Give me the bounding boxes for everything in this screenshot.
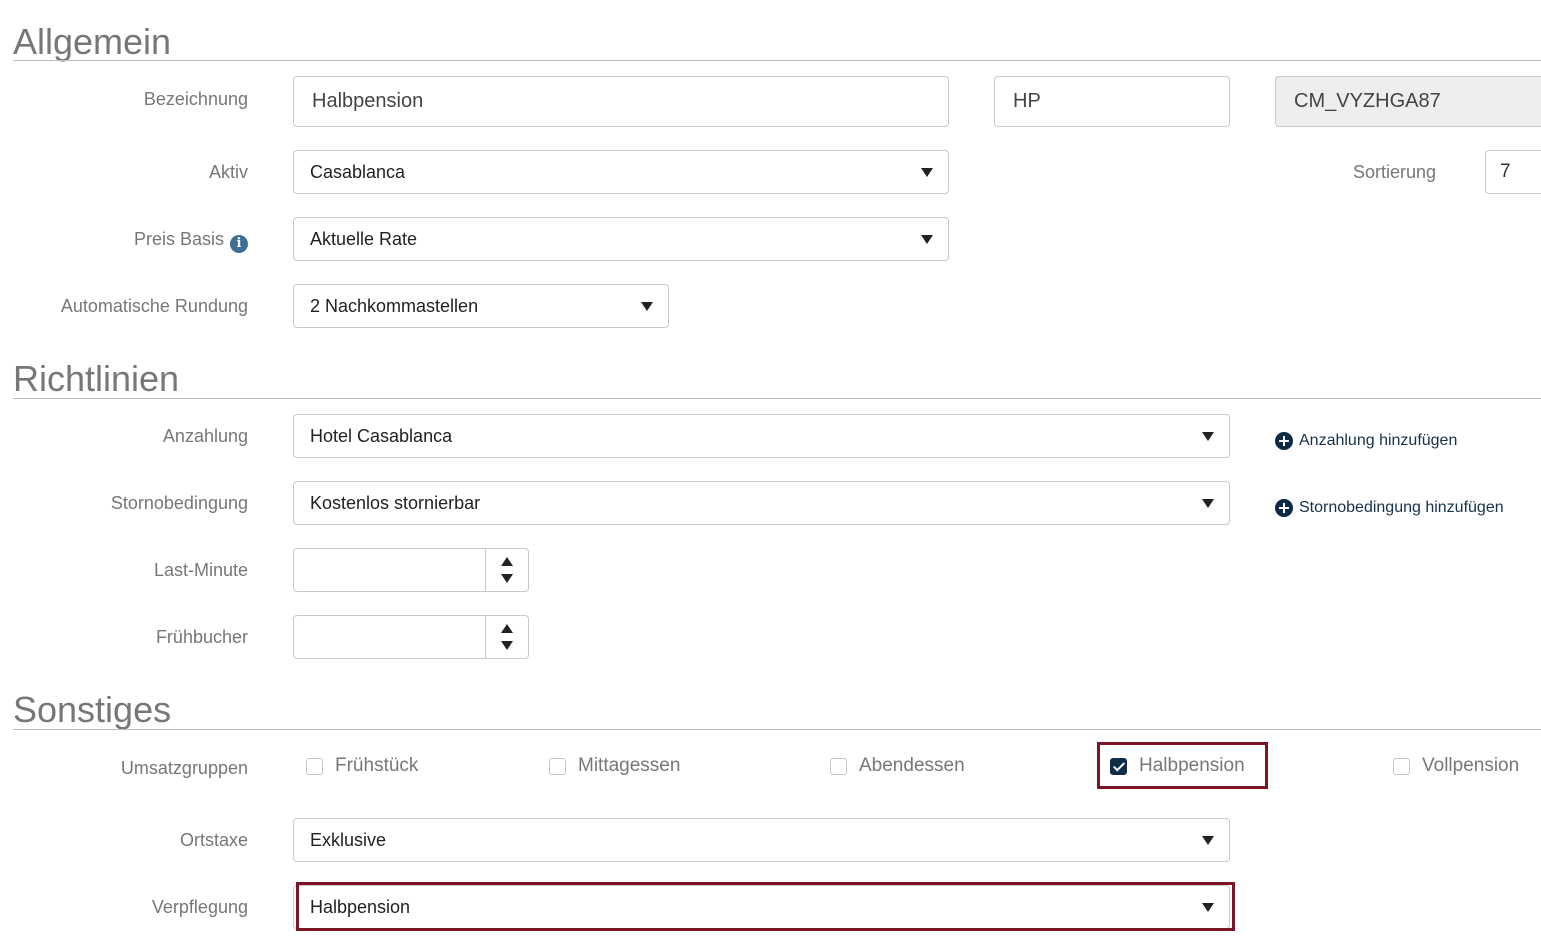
info-icon[interactable]: i bbox=[230, 235, 248, 253]
highlight-box bbox=[296, 882, 1235, 931]
highlight-box bbox=[1097, 742, 1268, 789]
checkbox-fruehstueck[interactable]: Frühstück bbox=[306, 755, 418, 777]
aktiv-label: Aktiv bbox=[208, 162, 248, 182]
checkbox-label: Vollpension bbox=[1422, 755, 1520, 776]
storno-label: Stornobedingung bbox=[110, 493, 248, 513]
rundung-select[interactable]: 2 Nachkommastellen bbox=[293, 284, 669, 328]
checkbox-mittagessen[interactable]: Mittagessen bbox=[549, 755, 680, 777]
anzahlung-select-value: Hotel Casablanca bbox=[310, 426, 453, 446]
aktiv-select-value: Casablanca bbox=[310, 162, 406, 182]
anzahlung-add-link[interactable]: Anzahlung hinzufügen bbox=[1275, 432, 1457, 450]
caret-down-icon bbox=[1202, 432, 1214, 441]
caret-down-icon bbox=[1202, 836, 1214, 845]
stepper-buttons[interactable] bbox=[485, 549, 528, 591]
checkbox-box[interactable] bbox=[549, 757, 566, 775]
rundung-select-value: 2 Nachkommastellen bbox=[310, 296, 479, 316]
section-divider bbox=[13, 60, 1541, 61]
kurzbezeichnung-input[interactable]: HP bbox=[994, 76, 1230, 127]
storno-select-value: Kostenlos stornierbar bbox=[310, 493, 481, 513]
plus-circle-icon bbox=[1275, 432, 1293, 450]
caret-down-icon bbox=[1202, 499, 1214, 508]
arrow-down-icon[interactable] bbox=[501, 641, 513, 650]
fruehbucher-label: Frühbucher bbox=[155, 627, 248, 647]
preis-basis-label: Preis Basis i bbox=[134, 229, 248, 253]
checkbox-label: Mittagessen bbox=[578, 755, 681, 776]
umsatzgruppen-label: Umsatzgruppen bbox=[120, 758, 248, 778]
section-title-richtlinien: Richtlinien bbox=[13, 358, 180, 399]
ortstaxe-select-value: Exklusive bbox=[310, 830, 387, 850]
arrow-up-icon[interactable] bbox=[501, 624, 513, 633]
rundung-label: Automatische Rundung bbox=[60, 296, 248, 316]
arrow-down-icon[interactable] bbox=[501, 574, 513, 583]
anzahlung-label: Anzahlung bbox=[162, 426, 248, 446]
section-divider bbox=[13, 398, 1541, 399]
lastminute-stepper[interactable] bbox=[293, 548, 529, 592]
code-input: CM_VYZHGA87 bbox=[1275, 76, 1541, 127]
section-title-sonstiges: Sonstiges bbox=[13, 689, 172, 730]
checkbox-box[interactable] bbox=[306, 757, 323, 775]
section-title-allgemein: Allgemein bbox=[13, 21, 172, 62]
sortierung-label: Sortierung bbox=[1353, 162, 1437, 182]
checkbox-abendessen[interactable]: Abendessen bbox=[830, 755, 965, 777]
caret-down-icon bbox=[641, 302, 653, 311]
preis-basis-select-value: Aktuelle Rate bbox=[310, 229, 418, 249]
plus-circle-icon bbox=[1275, 499, 1293, 517]
bezeichnung-input[interactable]: Halbpension bbox=[293, 76, 949, 127]
ortstaxe-label: Ortstaxe bbox=[179, 830, 248, 850]
preis-basis-label-text: Preis Basis bbox=[133, 229, 224, 249]
stepper-buttons[interactable] bbox=[485, 616, 528, 658]
storno-add-text: Stornobedingung hinzufügen bbox=[1299, 499, 1504, 516]
arrow-up-icon[interactable] bbox=[501, 557, 513, 566]
fruehbucher-stepper[interactable] bbox=[293, 615, 529, 659]
anzahlung-add-text: Anzahlung hinzufügen bbox=[1299, 432, 1458, 449]
checkbox-box[interactable] bbox=[1393, 757, 1410, 775]
section-divider bbox=[13, 729, 1541, 730]
caret-down-icon bbox=[921, 235, 933, 244]
ortstaxe-select[interactable]: Exklusive bbox=[293, 818, 1230, 862]
sortierung-input[interactable]: 7 bbox=[1485, 150, 1541, 194]
checkbox-vollpension[interactable]: Vollpension bbox=[1393, 755, 1519, 777]
anzahlung-select[interactable]: Hotel Casablanca bbox=[293, 414, 1230, 458]
preis-basis-select[interactable]: Aktuelle Rate bbox=[293, 217, 949, 261]
checkbox-box[interactable] bbox=[830, 757, 847, 775]
checkbox-label: Frühstück bbox=[335, 755, 419, 776]
aktiv-select[interactable]: Casablanca bbox=[293, 150, 949, 194]
checkbox-label: Abendessen bbox=[859, 755, 965, 776]
verpflegung-label: Verpflegung bbox=[151, 897, 248, 917]
storno-add-link[interactable]: Stornobedingung hinzufügen bbox=[1275, 499, 1504, 517]
caret-down-icon bbox=[921, 168, 933, 177]
lastminute-label: Last-Minute bbox=[153, 560, 248, 580]
bezeichnung-label: Bezeichnung bbox=[143, 89, 248, 109]
storno-select[interactable]: Kostenlos stornierbar bbox=[293, 481, 1230, 525]
